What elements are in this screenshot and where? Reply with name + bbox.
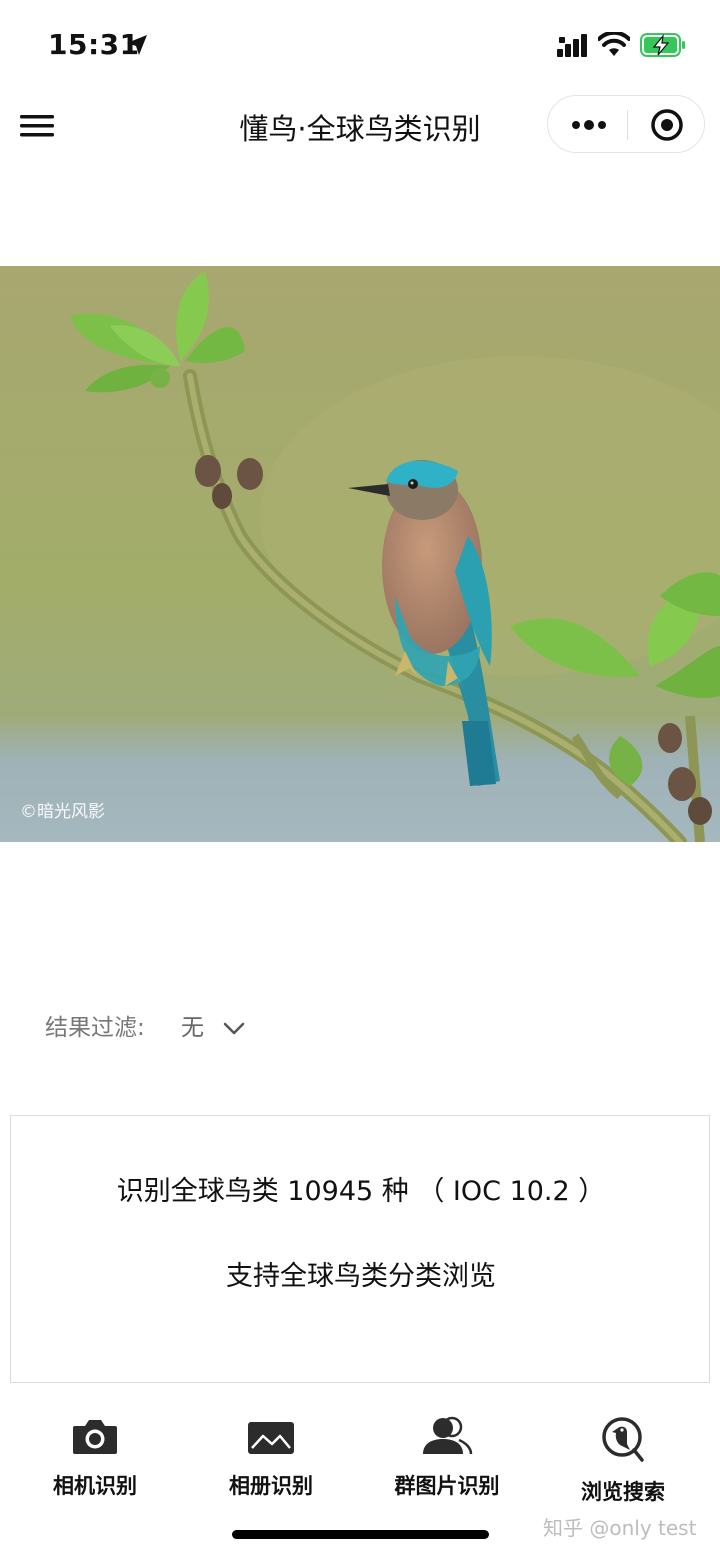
species-count-text: 识别全球鸟类 10945 种 （ IOC 10.2 ）	[116, 1176, 606, 1207]
filter-value: 无	[181, 1015, 204, 1041]
wifi-icon	[598, 32, 630, 56]
cellular-signal-icon	[557, 34, 587, 57]
group-people-icon	[423, 1416, 473, 1455]
more-dots-icon[interactable]	[570, 114, 610, 136]
location-arrow-icon	[127, 35, 147, 55]
capsule-divider	[627, 110, 628, 140]
info-box: 识别全球鸟类 10945 种 （ IOC 10.2 ） 支持全球鸟类分类浏览	[10, 1115, 710, 1383]
tab-camera[interactable]: 相机识别	[10, 1416, 180, 1506]
home-indicator[interactable]	[232, 1530, 489, 1539]
tab-group-images[interactable]: 群图片识别	[362, 1416, 532, 1506]
filter-select[interactable]: 无	[181, 1008, 245, 1042]
watermark-text: 知乎 @only test	[543, 1516, 697, 1540]
hero-bird-photo: ©暗光风影	[0, 266, 720, 842]
battery-charging-icon	[640, 33, 685, 57]
tab-album[interactable]: 相册识别	[186, 1416, 356, 1506]
tab-camera-label: 相机识别	[53, 1474, 137, 1498]
photo-credit: ©暗光风影	[20, 802, 105, 822]
tab-album-label: 相册识别	[229, 1474, 313, 1498]
filter-label: 结果过滤:	[45, 1015, 145, 1041]
camera-icon	[73, 1420, 117, 1454]
tab-group-images-label: 群图片识别	[394, 1474, 500, 1498]
status-bar: 15:31	[0, 0, 720, 90]
mini-program-capsule	[547, 95, 705, 153]
chevron-down-icon	[224, 1022, 245, 1034]
bird-photo-illustration	[0, 266, 720, 842]
bird-search-icon	[602, 1417, 644, 1462]
target-circle-icon[interactable]	[650, 108, 684, 142]
nav-bar: 懂鸟·全球鸟类识别	[0, 90, 720, 162]
tab-browse-search-label: 浏览搜索	[581, 1480, 665, 1504]
tab-browse-search[interactable]: 浏览搜索	[538, 1416, 708, 1506]
browse-support-text: 支持全球鸟类分类浏览	[226, 1261, 496, 1292]
image-gallery-icon	[248, 1422, 294, 1454]
